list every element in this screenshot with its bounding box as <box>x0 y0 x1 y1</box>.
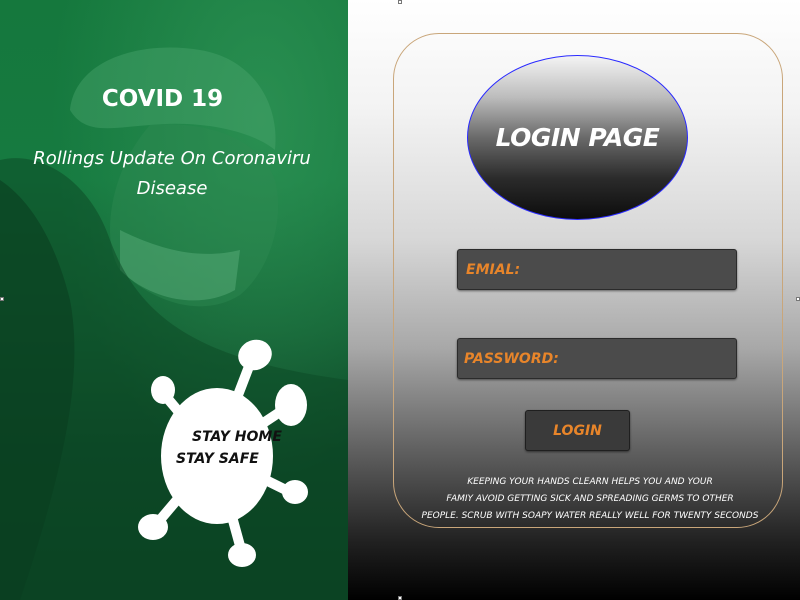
resize-handle[interactable] <box>398 596 402 600</box>
tip-line: FAMIY AVOID GETTING SICK AND SPREADING G… <box>446 494 734 504</box>
hand-washing-tip: KEEPING YOUR HANDS CLEARN HELPS YOU AND … <box>420 474 760 525</box>
email-label: EMIAL: <box>466 261 521 278</box>
login-header-oval: LOGIN PAGE <box>467 55 688 220</box>
resize-handle[interactable] <box>398 0 402 4</box>
resize-handle[interactable] <box>0 297 4 301</box>
stay-safe-badge: STAY HOME STAY SAFE <box>176 426 306 470</box>
password-label: PASSWORD: <box>464 350 559 367</box>
tip-line: KEEPING YOUR HANDS CLEARN HELPS YOU AND … <box>467 477 713 487</box>
stay-safe-text: STAY SAFE <box>176 451 259 467</box>
resize-handle[interactable] <box>796 297 800 301</box>
password-field[interactable]: PASSWORD: <box>457 338 737 379</box>
covid-info-panel: COVID 19 Rollings Update On Coronaviru D… <box>0 0 348 600</box>
email-field[interactable]: EMIAL: <box>457 249 737 290</box>
virus-icon <box>138 339 308 567</box>
stay-home-text: STAY HOME <box>192 429 282 445</box>
login-heading: LOGIN PAGE <box>495 123 660 152</box>
login-button[interactable]: LOGIN <box>525 410 630 451</box>
tip-line: PEOPLE. SCRUB WITH SOAPY WATER REALLY WE… <box>421 511 759 521</box>
